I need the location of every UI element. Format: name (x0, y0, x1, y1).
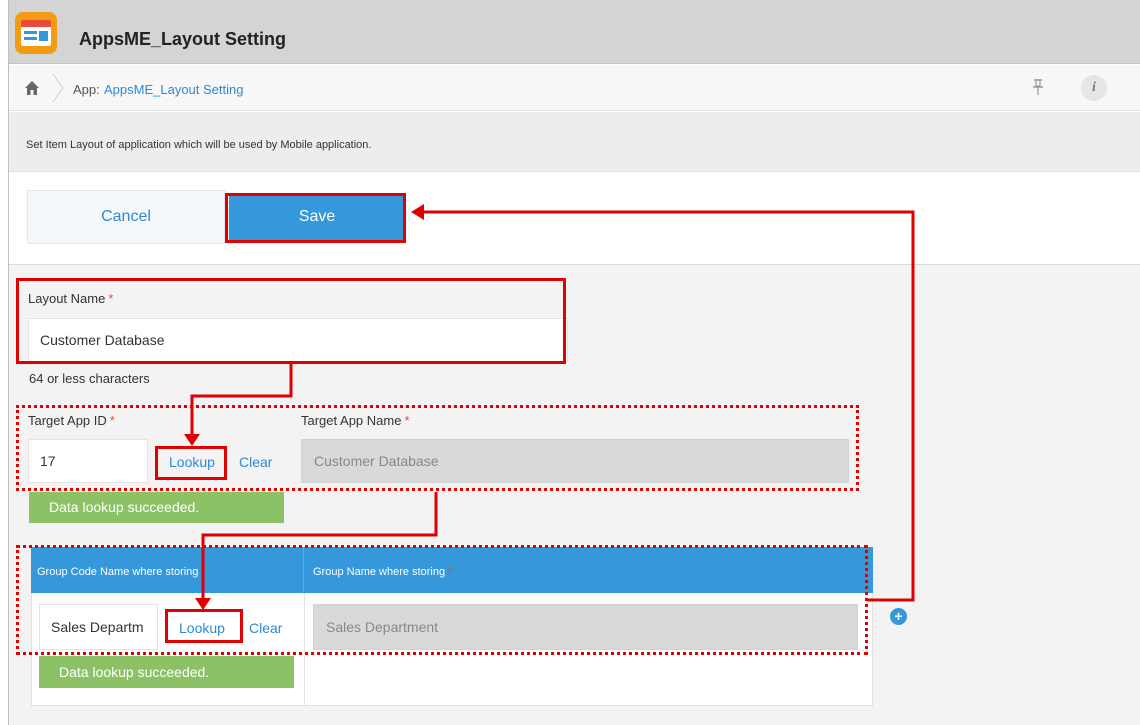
save-button[interactable]: Save (229, 193, 405, 241)
group-lookup-link[interactable]: Lookup (179, 620, 225, 636)
group-code-header: Group Code Name where storing * (37, 566, 206, 578)
target-app-clear-link[interactable]: Clear (239, 454, 272, 470)
required-mark: * (108, 291, 114, 306)
target-app-status-badge: Data lookup succeeded. (29, 492, 284, 523)
settings-panel-right (871, 265, 1140, 725)
layout-name-input[interactable]: Customer Database (28, 318, 568, 362)
pin-icon[interactable] (1031, 78, 1045, 96)
target-app-id-label: Target App ID * (28, 413, 115, 428)
required-mark: * (109, 413, 115, 428)
required-mark: * (201, 566, 206, 578)
group-name-input: Sales Department (313, 604, 858, 650)
group-clear-link[interactable]: Clear (249, 620, 282, 636)
app-window: AppsME_Layout Setting App: AppsME_Layout… (8, 0, 1140, 725)
layout-app-icon (15, 12, 57, 54)
add-row-icon[interactable]: + (890, 608, 907, 625)
breadcrumb: App: AppsME_Layout Setting i (9, 65, 1140, 111)
group-status-badge: Data lookup succeeded. (39, 656, 294, 688)
group-code-input[interactable]: Sales Departm (39, 604, 158, 650)
required-mark: * (448, 566, 453, 578)
target-app-lookup-link[interactable]: Lookup (169, 454, 215, 470)
target-app-name-input: Customer Database (301, 439, 849, 483)
required-mark: * (404, 413, 410, 428)
app-title: AppsME_Layout Setting (79, 29, 287, 49)
layout-name-hint: 64 or less characters (29, 371, 150, 386)
breadcrumb-prefix: App: (73, 82, 100, 97)
breadcrumb-app-link[interactable]: AppsME_Layout Setting (104, 82, 243, 97)
home-icon[interactable] (23, 79, 41, 97)
description-text: Set Item Layout of application which wil… (26, 139, 372, 151)
group-table-header: Group Code Name where storing * Group Nam… (31, 547, 873, 593)
title-bar: AppsME_Layout Setting (9, 0, 1140, 64)
group-name-header: Group Name where storing * (313, 566, 453, 578)
layout-name-label: Layout Name * (28, 291, 114, 306)
info-icon[interactable]: i (1081, 75, 1107, 101)
target-app-id-input[interactable]: 17 (28, 439, 148, 483)
description-bar: Set Item Layout of application which wil… (9, 112, 1140, 172)
target-app-name-label: Target App Name * (301, 413, 410, 428)
cancel-button[interactable]: Cancel (27, 190, 225, 244)
breadcrumb-separator-icon (52, 73, 64, 103)
